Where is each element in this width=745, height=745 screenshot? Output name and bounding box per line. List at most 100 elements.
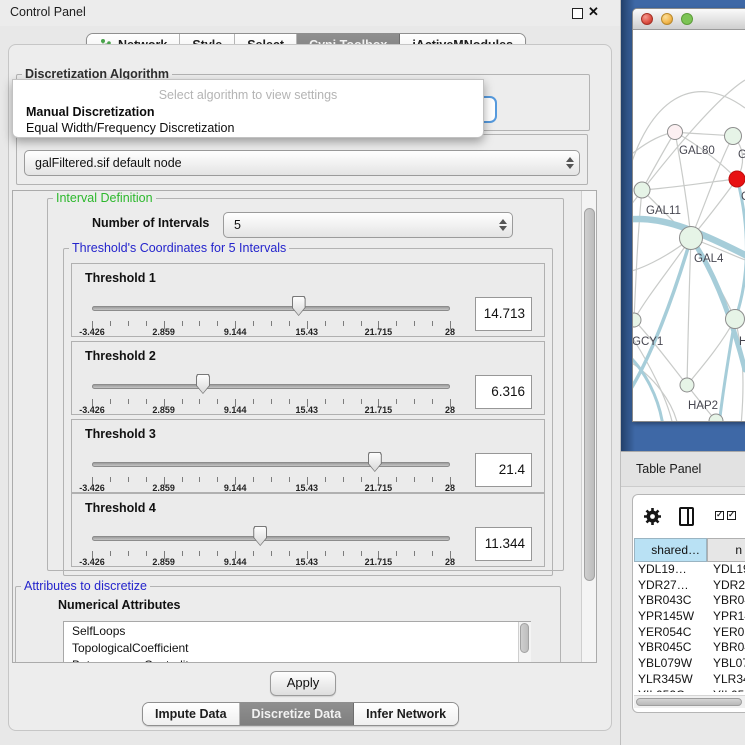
tick-label: 15.43 (282, 405, 332, 415)
table-horizontal-scrollbar[interactable] (634, 695, 745, 708)
table-header: shared…n (634, 538, 745, 562)
panel-scrollbar[interactable] (581, 191, 597, 663)
slider-track[interactable] (92, 384, 450, 389)
tick-mark (110, 477, 111, 482)
network-node-gal11[interactable] (634, 182, 650, 198)
slider-thumb[interactable] (292, 296, 306, 316)
slider-thumb[interactable] (196, 374, 210, 394)
network-edge-thick[interactable] (719, 319, 735, 422)
checkbox-icon[interactable]: ✓ (715, 511, 724, 520)
zoom-traffic-light-icon[interactable] (681, 13, 693, 25)
cell-name: YDR27 (707, 578, 745, 594)
attribute-item-selfloops[interactable]: SelfLoops (64, 622, 530, 639)
minimize-traffic-light-icon[interactable] (661, 13, 673, 25)
scrollbar-thumb[interactable] (584, 208, 595, 581)
tick-label: -3.426 (67, 557, 117, 567)
threshold-value-field[interactable]: 11.344 (475, 527, 532, 561)
tab-label: Impute Data (155, 707, 227, 721)
network-edge[interactable] (642, 132, 675, 190)
close-icon[interactable]: ✕ (588, 4, 599, 20)
tick-mark (396, 551, 397, 556)
apply-button[interactable]: Apply (270, 671, 336, 696)
column-header-1[interactable]: shared… (634, 538, 707, 562)
checkbox-icon[interactable]: ✓ (727, 511, 736, 520)
column-header-2[interactable]: n (707, 538, 745, 562)
table-row[interactable]: YPR145WYPR14 (634, 609, 745, 625)
tick-mark (432, 321, 433, 326)
tick-mark (146, 551, 147, 556)
tick-mark (128, 321, 129, 326)
interval-definition-title: Interval Definition (53, 192, 156, 205)
scrollbar-thumb[interactable] (520, 623, 529, 653)
network-node-gcy1[interactable] (633, 313, 641, 327)
threshold-panel-3: Threshold 3-3.4262.8599.14415.4321.71528… (71, 419, 545, 493)
cell-name: YIL05 (707, 688, 744, 693)
tick-mark (361, 321, 362, 326)
close-traffic-light-icon[interactable] (641, 13, 653, 25)
tick-mark (253, 399, 254, 404)
numerical-attributes-list[interactable]: SelfLoopsTopologicalCoefficientBetweenne… (63, 621, 531, 663)
slider-thumb[interactable] (253, 526, 267, 546)
cell-shared-name: YDR27… (634, 578, 707, 594)
tab-discretize-data[interactable]: Discretize Data (240, 703, 355, 725)
dropdown-option-manual-discretization[interactable]: Manual Discretization (26, 105, 155, 119)
network-node-gal80[interactable] (668, 125, 683, 140)
network-edge[interactable] (687, 238, 691, 385)
combo-spinner-icon[interactable] (494, 219, 512, 231)
attribute-item-topologicalcoefficient[interactable]: TopologicalCoefficient (64, 639, 530, 656)
network-node-hap2[interactable] (680, 378, 694, 392)
tick-mark (253, 321, 254, 326)
table-row[interactable]: YER054CYER05 (634, 625, 745, 641)
tick-mark (199, 551, 200, 556)
threshold-panel-1: Threshold 1-3.4262.8599.14415.4321.71528… (71, 263, 545, 337)
split-columns-icon[interactable] (679, 507, 694, 526)
threshold-value-field[interactable]: 14.713 (475, 297, 532, 331)
attributes-list-scrollbar[interactable] (518, 622, 531, 663)
tick-label: 9.144 (210, 557, 260, 567)
network-canvas[interactable]: GAL80GCGAL11GAL4GCY1HHAP2 (633, 30, 745, 422)
network-window-titlebar[interactable] (633, 9, 745, 30)
slider-track[interactable] (92, 536, 450, 541)
dropdown-hint-option[interactable]: Select algorithm to view settings (13, 88, 483, 102)
attribute-item-betweennesscentrality[interactable]: BetweennessCentrality (64, 656, 530, 663)
threshold-value-field[interactable]: 6.316 (475, 375, 532, 409)
network-node-node-h[interactable] (726, 310, 745, 329)
network-node-node-top-right[interactable] (725, 128, 742, 145)
table-row[interactable]: YDL19…YDL19 (634, 562, 745, 578)
network-edge[interactable] (634, 190, 642, 320)
tab-infer-network[interactable]: Infer Network (354, 703, 458, 725)
tick-mark (217, 551, 218, 556)
tick-label: 15.43 (282, 327, 332, 337)
table-row[interactable]: YDR27…YDR27 (634, 578, 745, 594)
network-node-node-red[interactable] (729, 171, 745, 187)
network-edge-thick[interactable] (633, 238, 691, 398)
gear-icon[interactable] (643, 507, 662, 526)
tab-impute-data[interactable]: Impute Data (143, 703, 240, 725)
table-row[interactable]: YBR045CYBR04 (634, 640, 745, 656)
network-edge[interactable] (687, 319, 735, 385)
table-row[interactable]: YBL079WYBL07 (634, 656, 745, 672)
tick-label: 15.43 (282, 483, 332, 493)
slider-track[interactable] (92, 306, 450, 311)
threshold-panel-4: Threshold 4-3.4262.8599.14415.4321.71528… (71, 493, 545, 567)
table-row[interactable]: YIL052CYIL05 (634, 688, 745, 693)
tick-label: 15.43 (282, 557, 332, 567)
network-node-gal4[interactable] (680, 227, 703, 250)
table-row[interactable]: YBR043CYBR04 (634, 593, 745, 609)
dropdown-option-equal-width-frequency-discretization[interactable]: Equal Width/Frequency Discretization (26, 121, 234, 135)
num-intervals-combo[interactable]: 5 (223, 212, 513, 238)
network-edge[interactable] (634, 238, 691, 320)
table-row[interactable]: YLR345WYLR34 (634, 672, 745, 688)
tick-label: 28 (425, 405, 475, 415)
slider-track[interactable] (92, 462, 450, 467)
tick-mark (325, 477, 326, 482)
cyni-bottom-tabs: Impute Data Discretize DataInfer Network (142, 702, 459, 726)
network-edge[interactable] (642, 179, 737, 190)
table-data-combo[interactable]: galFiltered.sif default node (24, 150, 580, 176)
slider-thumb[interactable] (368, 452, 382, 472)
scrollbar-thumb[interactable] (636, 698, 742, 706)
combo-spinner-icon[interactable] (561, 157, 579, 169)
threshold-value-field[interactable]: 21.4 (475, 453, 532, 487)
attributes-group-title: Attributes to discretize (21, 580, 150, 593)
float-window-icon[interactable] (572, 8, 583, 19)
